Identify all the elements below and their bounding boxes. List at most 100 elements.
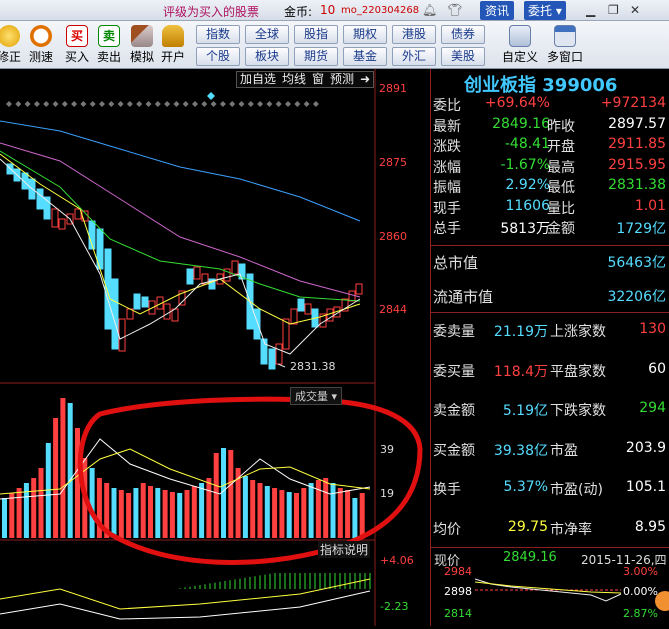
nav-global[interactable]: 全球 <box>245 25 289 44</box>
candle <box>268 348 276 370</box>
quote-value: 2915.95 <box>608 156 666 173</box>
close-icon[interactable]: ✕ <box>630 3 640 17</box>
dot-marker <box>275 101 282 107</box>
open-account-button[interactable]: 开户 <box>158 25 188 65</box>
volume-bar <box>286 492 292 538</box>
candle <box>275 343 283 365</box>
bell-icon[interactable]: 🔔︎ <box>422 3 437 17</box>
nav-stock-index[interactable]: 股指 <box>294 25 338 44</box>
quote-value: -48.41 <box>504 136 550 152</box>
quote-value: 29.75 <box>507 518 548 535</box>
dot-marker <box>238 101 245 107</box>
quote-label: 平盘家数 <box>550 363 606 380</box>
candle <box>355 283 363 295</box>
quote-label: 涨跌 <box>433 139 461 155</box>
tab-moving-average[interactable]: 均线 <box>279 72 309 86</box>
nav-sectors[interactable]: 板块 <box>245 47 289 66</box>
mini-chart[interactable]: 现价 2849.16 2015-11-26,四 2984 2898 2814 3… <box>431 549 669 626</box>
tab-window[interactable]: 窗 <box>309 72 327 86</box>
dot-marker <box>192 101 198 107</box>
price-tick-3: 2860 <box>379 230 407 243</box>
volume-bar <box>9 493 15 538</box>
dot-marker <box>294 101 301 107</box>
volume-bar <box>16 488 22 538</box>
shirt-icon[interactable]: 👕︎ <box>447 3 462 17</box>
volume-bar <box>148 486 153 538</box>
nav-hk-stocks[interactable]: 港股 <box>392 25 436 44</box>
multi-window-button[interactable]: 多窗口 <box>544 25 586 65</box>
indicator-help-button[interactable]: 指标说明 <box>318 541 371 558</box>
news-ticker[interactable]: 评级为买入的股票 <box>163 3 259 20</box>
quote-label: 委买量 <box>433 363 475 380</box>
candle <box>36 188 44 210</box>
dot-marker <box>99 101 105 107</box>
quote-value: +69.64% <box>484 95 550 111</box>
volume-bar <box>60 398 66 538</box>
dot-marker <box>210 101 217 107</box>
buy-button[interactable]: 买买入 <box>62 25 92 65</box>
quote-label: 市净率 <box>550 521 592 538</box>
volume-bar <box>191 486 197 538</box>
refresh-icon <box>0 25 20 47</box>
speedtest-button[interactable]: 测速 <box>26 25 56 65</box>
quote-label: 均价 <box>433 521 461 538</box>
quote-label: 涨幅 <box>433 159 461 176</box>
quote-label: 最新 <box>433 118 461 135</box>
dot-marker <box>164 101 171 107</box>
mini-intraday-line <box>474 578 669 611</box>
low-price-label: 2831.38 <box>290 360 336 373</box>
dot-marker <box>154 101 161 107</box>
nav-index[interactable]: 指数 <box>196 25 240 44</box>
candle <box>260 338 268 365</box>
quote-label: 振幅 <box>433 180 461 196</box>
kline-chart-panel[interactable]: 加自选 均线窗预测 ➜ 2891 2875 2860 2844 2831.38 成交… <box>0 69 430 626</box>
dot-marker <box>247 101 254 107</box>
macd-tick-1: +4.06 <box>380 554 414 567</box>
refresh-button[interactable]: 修正 <box>0 25 24 65</box>
quote-value: +972134 <box>600 95 666 111</box>
candle <box>297 298 305 312</box>
dot-marker <box>117 101 124 107</box>
nav-bonds[interactable]: 债券 <box>441 25 485 44</box>
candle <box>111 278 119 350</box>
trade-button[interactable]: 委托 ▾ <box>524 1 566 20</box>
quote-row: 振幅 2.92% 最低 2831.38 <box>431 176 669 196</box>
quote-value: 294 <box>639 400 666 416</box>
quote-value: 2911.85 <box>608 136 666 152</box>
quote-label: 昨收 <box>547 118 575 135</box>
dot-marker <box>266 101 273 107</box>
volume-bar <box>126 493 132 538</box>
quote-row: 现手 11606 量比 1.01 <box>431 197 669 217</box>
ma30-line <box>0 142 361 298</box>
nav-options[interactable]: 期权 <box>343 25 387 44</box>
nav-stocks[interactable]: 个股 <box>196 47 240 66</box>
tab-add-favorite[interactable]: 加自选 <box>237 72 279 86</box>
maximize-icon[interactable]: ❐ <box>608 3 619 17</box>
quote-value: 5.19亿 <box>502 403 548 419</box>
minimize-icon[interactable]: ▁ <box>586 3 595 17</box>
volume-bar <box>75 428 80 538</box>
dot-marker <box>24 101 31 107</box>
sell-button[interactable]: 卖卖出 <box>94 25 124 65</box>
hammer-icon <box>131 25 153 47</box>
candle <box>163 303 171 320</box>
nav-forex[interactable]: 外汇 <box>392 47 436 66</box>
nav-us-stocks[interactable]: 美股 <box>441 47 485 66</box>
price-tick-1: 2891 <box>379 82 407 95</box>
simulate-button[interactable]: 模拟 <box>127 25 157 65</box>
nav-funds[interactable]: 基金 <box>343 47 387 66</box>
tab-forecast[interactable]: 预测 <box>327 72 357 86</box>
candle <box>104 248 112 330</box>
clock-icon <box>30 25 52 47</box>
dot-marker <box>145 101 152 107</box>
volume-bar <box>352 498 358 538</box>
candle <box>193 266 201 280</box>
volume-bar <box>140 483 146 538</box>
custom-button[interactable]: 自定义 <box>499 25 541 65</box>
volume-menu[interactable]: 成交量 ▾ <box>290 387 343 405</box>
price-tick-4: 2844 <box>379 303 407 316</box>
expand-icon[interactable]: ➜ <box>357 72 373 86</box>
candle <box>253 308 261 340</box>
nav-futures[interactable]: 期货 <box>294 47 338 66</box>
info-button[interactable]: 资讯 <box>480 1 515 20</box>
